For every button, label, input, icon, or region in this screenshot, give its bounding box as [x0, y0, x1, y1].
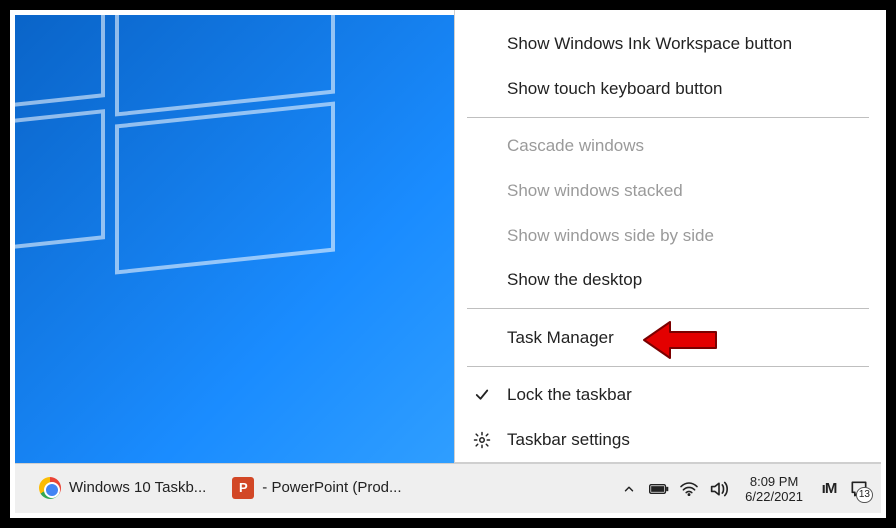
menu-show-desktop[interactable]: Show the desktop — [455, 258, 881, 303]
windows-logo-wallpaper — [15, 15, 415, 395]
menu-separator — [467, 308, 869, 309]
menu-label: Show windows stacked — [507, 181, 683, 201]
taskbar-app-chrome[interactable]: Windows 10 Taskb... — [29, 467, 216, 511]
menu-touch-keyboard[interactable]: Show touch keyboard button — [455, 67, 881, 112]
menu-cascade-windows: Cascade windows — [455, 124, 881, 169]
menu-label: Show Windows Ink Workspace button — [507, 34, 792, 54]
menu-taskbar-settings[interactable]: Taskbar settings — [455, 417, 881, 462]
annotation-arrow — [642, 318, 722, 362]
taskbar-app-label: - PowerPoint (Prod... — [262, 479, 401, 496]
battery-icon[interactable] — [649, 479, 669, 499]
taskbar-app-powerpoint[interactable]: P - PowerPoint (Prod... — [222, 467, 411, 511]
screenshot-frame: TJ TECHJUNKIE Show Windows Ink Workspace… — [0, 0, 896, 528]
wifi-icon[interactable] — [679, 479, 699, 499]
volume-icon[interactable] — [709, 479, 729, 499]
clock-time: 8:09 PM — [750, 474, 798, 489]
menu-lock-taskbar[interactable]: Lock the taskbar — [455, 373, 881, 418]
ime-icon[interactable]: ıM — [819, 479, 839, 499]
powerpoint-icon: P — [232, 477, 254, 499]
taskbar-context-menu: Show Windows Ink Workspace button Show t… — [454, 10, 881, 463]
menu-label: Task Manager — [507, 328, 614, 348]
menu-separator — [467, 117, 869, 118]
menu-label: Lock the taskbar — [507, 385, 632, 405]
menu-label: Show the desktop — [507, 270, 642, 290]
menu-label: Cascade windows — [507, 136, 644, 156]
system-tray: 8:09 PM 6/22/2021 ıM 13 — [615, 464, 881, 513]
clock-date: 6/22/2021 — [745, 489, 803, 504]
menu-label: Show windows side by side — [507, 226, 714, 246]
menu-ink-workspace[interactable]: Show Windows Ink Workspace button — [455, 22, 881, 67]
notification-count: 13 — [856, 487, 873, 503]
menu-label: Show touch keyboard button — [507, 79, 722, 99]
gear-icon — [469, 431, 495, 449]
chrome-icon — [39, 477, 61, 499]
tray-overflow-chevron-icon[interactable] — [619, 479, 639, 499]
menu-windows-side-by-side: Show windows side by side — [455, 213, 881, 258]
taskbar-apps: Windows 10 Taskb... P - PowerPoint (Prod… — [15, 464, 418, 513]
taskbar[interactable]: Windows 10 Taskb... P - PowerPoint (Prod… — [15, 463, 881, 513]
taskbar-clock[interactable]: 8:09 PM 6/22/2021 — [739, 474, 809, 504]
menu-windows-stacked: Show windows stacked — [455, 169, 881, 214]
screenshot-inner: TJ TECHJUNKIE Show Windows Ink Workspace… — [10, 10, 886, 518]
action-center-icon[interactable]: 13 — [849, 479, 869, 499]
menu-label: Taskbar settings — [507, 430, 630, 450]
taskbar-app-label: Windows 10 Taskb... — [69, 479, 206, 496]
menu-separator — [467, 366, 869, 367]
checkmark-icon — [469, 386, 495, 404]
